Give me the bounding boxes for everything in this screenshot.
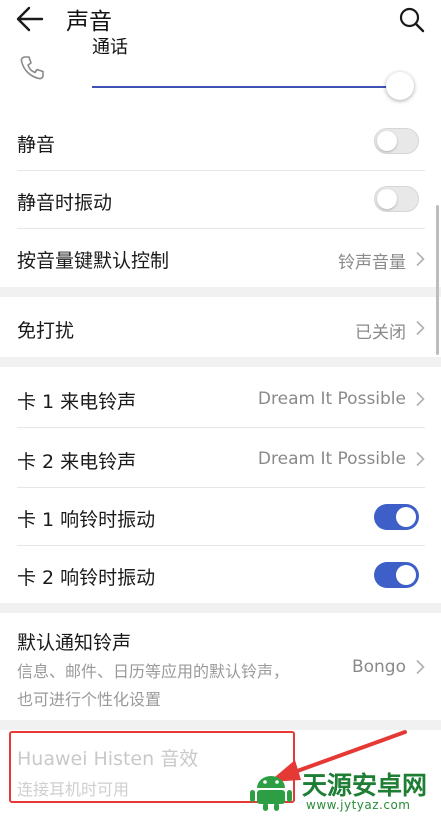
dnd-label: 免打扰 [17,320,75,342]
scrollbar[interactable] [436,205,439,355]
sim1-vibrate-toggle[interactable] [374,504,419,530]
sim2-ringtone-value: Dream It Possible [257,449,406,469]
notification-ringtone-value: Bongo [351,657,406,677]
toggle-knob [396,507,416,527]
mute-label: 静音 [17,134,56,156]
chevron-right-icon [416,391,425,407]
section-gap [0,357,441,367]
volume-key-value: 铃声音量 [338,253,406,273]
watermark: 天源安卓网 www.jytyaz.com [246,762,441,817]
dnd-row[interactable]: 免打扰 已关闭 [0,297,441,357]
back-arrow-icon[interactable] [16,6,44,32]
sim1-vibrate-label: 卡 1 响铃时振动 [17,509,156,531]
mute-toggle[interactable] [374,128,419,154]
app-header: 声音 [0,0,441,40]
mute-vibrate-label: 静音时振动 [17,192,113,214]
sim2-ringtone-row[interactable]: 卡 2 来电铃声 Dream It Possible [0,428,441,487]
mute-vibrate-row[interactable]: 静音时振动 [0,171,441,228]
sim1-ringtone-label: 卡 1 来电铃声 [17,391,137,413]
sim1-vibrate-row[interactable]: 卡 1 响铃时振动 [0,488,441,545]
dnd-value: 已关闭 [355,323,406,343]
volume-key-label: 按音量键默认控制 [17,250,170,272]
call-volume-slider-thumb[interactable] [386,72,414,100]
notification-ringtone-desc-line2: 也可进行个性化设置 [17,690,162,709]
toggle-knob [396,565,416,585]
notification-ringtone-desc-line1: 信息、邮件、日历等应用的默认铃声， [17,662,290,681]
android-logo-icon [250,776,292,811]
chevron-right-icon [416,251,425,267]
chevron-right-icon [416,659,425,675]
mute-vibrate-toggle[interactable] [374,186,419,212]
toggle-knob [377,189,397,209]
section-gap [0,603,441,613]
sim2-vibrate-label: 卡 2 响铃时振动 [17,567,156,589]
call-volume-label: 通话 [92,38,128,58]
page-title: 声音 [66,9,112,35]
chevron-right-icon [416,320,425,336]
notification-ringtone-row[interactable]: 默认通知铃声 信息、邮件、日历等应用的默认铃声， 也可进行个性化设置 Bongo [0,613,441,720]
volume-key-row[interactable]: 按音量键默认控制 铃声音量 [0,229,441,287]
phone-icon [20,56,44,80]
search-icon[interactable] [398,6,426,34]
notification-ringtone-label: 默认通知铃声 [17,632,132,654]
toggle-knob [377,131,397,151]
sim2-vibrate-toggle[interactable] [374,562,419,588]
sim1-ringtone-row[interactable]: 卡 1 来电铃声 Dream It Possible [0,367,441,427]
section-gap [0,287,441,297]
sim2-vibrate-row[interactable]: 卡 2 响铃时振动 [0,546,441,603]
chevron-right-icon [416,451,425,467]
sim1-ringtone-value: Dream It Possible [257,389,406,409]
mute-row[interactable]: 静音 [0,112,441,170]
watermark-url: www.jytyaz.com [306,798,411,812]
call-volume-slider-track[interactable] [92,86,392,88]
watermark-name: 天源安卓网 [302,771,428,800]
sim2-ringtone-label: 卡 2 来电铃声 [17,451,137,473]
